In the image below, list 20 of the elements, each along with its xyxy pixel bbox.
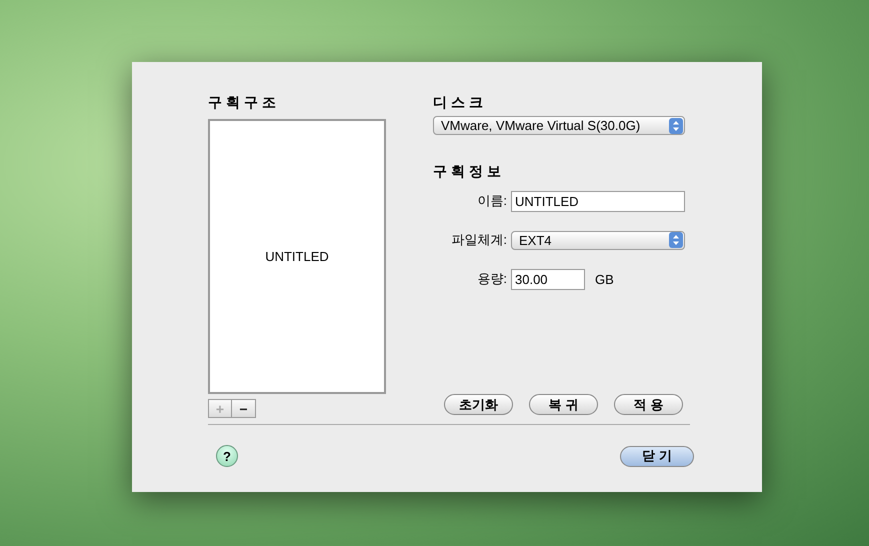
close-button[interactable]: 닫 기 xyxy=(620,446,694,466)
section-title: 구획구조 xyxy=(208,93,281,112)
field-label: 파일체계: xyxy=(450,231,508,249)
field-label: 이름: xyxy=(476,192,508,210)
partition-item[interactable]: UNTITLED xyxy=(259,247,335,266)
field-label: 용량: xyxy=(476,270,508,288)
help-button[interactable]: ? xyxy=(216,445,238,467)
size-field[interactable]: 30.00 xyxy=(511,268,585,290)
action-button[interactable]: 초기화 xyxy=(444,394,513,415)
section-title: 디스크 xyxy=(433,93,488,112)
action-button[interactable]: 복 귀 xyxy=(529,394,598,415)
section-title: 구획정보 xyxy=(433,162,506,181)
action-button[interactable]: 적 용 xyxy=(614,394,683,415)
stepper-icon xyxy=(669,118,683,134)
disk-select[interactable]: VMware, VMware Virtual S(30.0G) xyxy=(433,116,685,135)
name-field[interactable]: UNTITLED xyxy=(511,190,685,212)
unit-label: GB xyxy=(595,272,614,286)
stepper-icon xyxy=(669,232,683,248)
remove-button[interactable]: − xyxy=(232,399,256,418)
filesystem-select[interactable]: EXT4 xyxy=(511,230,685,250)
